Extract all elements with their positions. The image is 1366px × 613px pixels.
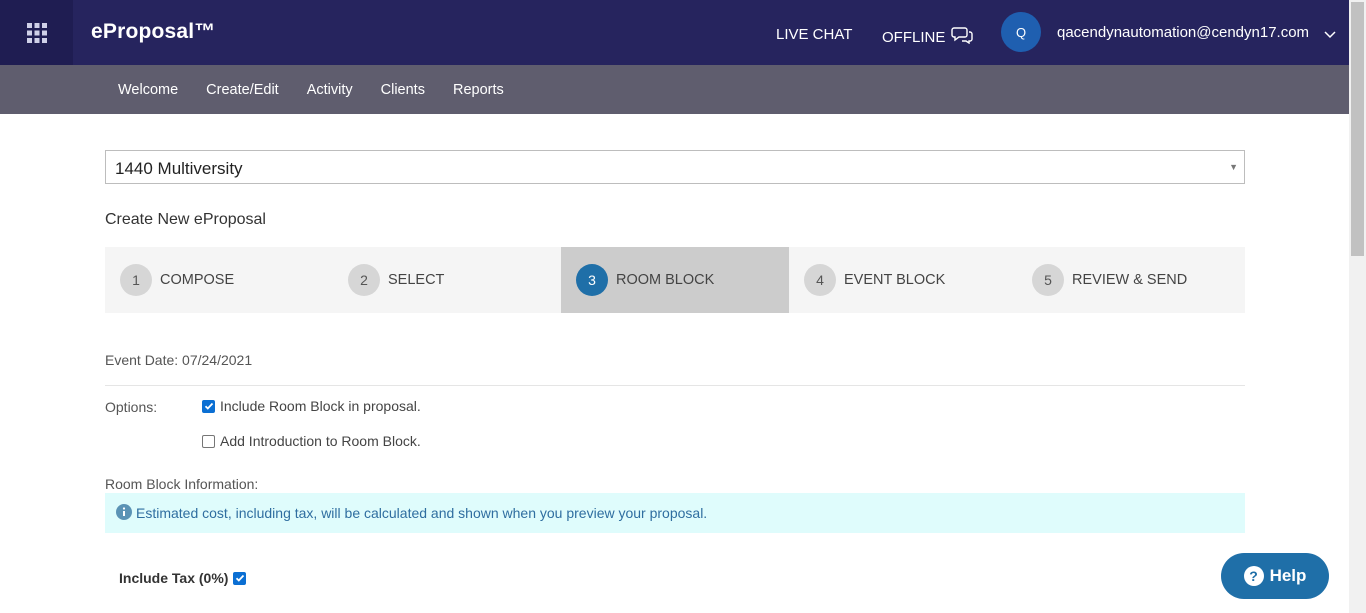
include-room-block-option[interactable]: Include Room Block in proposal.: [202, 398, 421, 414]
step-review-send[interactable]: 5 REVIEW & SEND: [1017, 247, 1245, 313]
info-icon: [116, 503, 132, 523]
step-select[interactable]: 2 SELECT: [333, 247, 561, 313]
chat-bubble-icon: [951, 26, 974, 48]
include-room-block-checkbox[interactable]: [202, 399, 215, 413]
nav-item-create-edit[interactable]: Create/Edit: [206, 82, 279, 98]
room-block-info-label: Room Block Information:: [105, 476, 259, 492]
dropdown-arrow-icon: ▼: [1229, 162, 1238, 172]
user-email[interactable]: qacendynautomation@cendyn17.com: [1057, 24, 1309, 41]
help-button[interactable]: ? Help: [1221, 553, 1329, 599]
page-title: Create New eProposal: [105, 211, 266, 228]
step-label: EVENT BLOCK: [844, 272, 946, 288]
info-notice-text: Estimated cost, including tax, will be c…: [136, 505, 708, 521]
nav-item-reports[interactable]: Reports: [453, 82, 504, 98]
step-compose[interactable]: 1 COMPOSE: [105, 247, 333, 313]
scrollbar-thumb[interactable]: [1351, 2, 1364, 256]
offline-status[interactable]: OFFLINE: [882, 26, 974, 48]
include-tax-label: Include Tax (0%): [119, 570, 229, 586]
add-introduction-option[interactable]: Add Introduction to Room Block.: [202, 433, 421, 449]
include-tax-option[interactable]: Include Tax (0%): [119, 570, 247, 586]
step-number: 3: [576, 264, 608, 296]
step-label: ROOM BLOCK: [616, 272, 715, 288]
step-number: 5: [1032, 264, 1064, 296]
include-tax-checkbox[interactable]: [233, 571, 247, 585]
step-number: 1: [120, 264, 152, 296]
main-nav: Welcome Create/Edit Activity Clients Rep…: [0, 65, 1349, 114]
property-select-value: 1440 Multiversity: [115, 159, 243, 178]
step-wizard: 1 COMPOSE 2 SELECT 3 ROOM BLOCK 4 EVENT …: [105, 247, 1245, 313]
question-icon: ?: [1243, 566, 1264, 586]
step-label: COMPOSE: [160, 272, 235, 288]
page-scrollbar[interactable]: [1349, 0, 1366, 613]
nav-item-activity[interactable]: Activity: [307, 82, 353, 98]
step-label: SELECT: [388, 272, 445, 288]
add-introduction-label: Add Introduction to Room Block.: [220, 433, 421, 449]
property-select[interactable]: 1440 Multiversity ▼: [105, 150, 1245, 184]
chevron-down-icon[interactable]: [1324, 26, 1336, 44]
divider: [105, 385, 1245, 386]
top-bar: eProposal™ LIVE CHAT OFFLINE Q qacendyna…: [0, 0, 1349, 65]
offline-label: OFFLINE: [882, 28, 946, 46]
add-introduction-checkbox[interactable]: [202, 434, 215, 448]
include-room-block-label: Include Room Block in proposal.: [220, 398, 421, 414]
brand-logo[interactable]: eProposal™: [91, 20, 216, 44]
info-notice: Estimated cost, including tax, will be c…: [105, 493, 1245, 533]
step-event-block[interactable]: 4 EVENT BLOCK: [789, 247, 1017, 313]
live-chat-link[interactable]: LIVE CHAT: [776, 26, 852, 43]
apps-grid-icon[interactable]: [0, 0, 73, 65]
help-label: Help: [1269, 566, 1307, 585]
nav-item-welcome[interactable]: Welcome: [118, 82, 178, 98]
options-label: Options:: [105, 399, 158, 415]
nav-item-clients[interactable]: Clients: [381, 82, 425, 98]
avatar[interactable]: Q: [1001, 12, 1041, 52]
step-number: 4: [804, 264, 836, 296]
event-date: Event Date: 07/24/2021: [105, 352, 253, 368]
step-label: REVIEW & SEND: [1072, 272, 1188, 288]
step-room-block[interactable]: 3 ROOM BLOCK: [561, 247, 789, 313]
step-number: 2: [348, 264, 380, 296]
